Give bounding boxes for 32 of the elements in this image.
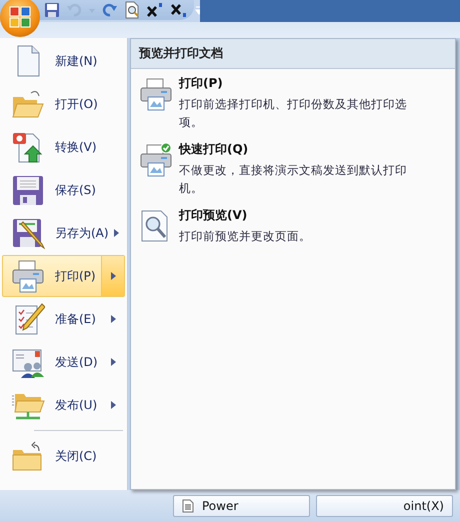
document-icon	[182, 499, 194, 513]
printer-icon	[11, 259, 45, 293]
command-link[interactable]: 快速打印(Q)	[179, 141, 411, 158]
menu-item[interactable]: 新建(N)	[2, 40, 125, 82]
menu-item[interactable]: 打开(O)	[2, 83, 125, 125]
menu-item[interactable]: 另存为(A)	[2, 212, 125, 254]
command-description: 打印前预览并更改页面。	[179, 228, 312, 245]
exit-button[interactable]: oint(X)	[316, 495, 453, 517]
options-button[interactable]: Power	[173, 495, 310, 517]
menu-item[interactable]: 保存(S)	[2, 169, 125, 211]
printer-with-check-icon	[139, 143, 173, 177]
command-link[interactable]: 打印(P)	[179, 75, 411, 92]
menu-item[interactable]: 发布(U)	[2, 384, 125, 426]
command-description: 打印前选择打印机、打印份数及其他打印选项。	[179, 96, 408, 131]
printer-icon	[139, 77, 173, 111]
subscript-icon[interactable]	[170, 2, 188, 18]
menu-item[interactable]: 准备(E)	[2, 298, 125, 340]
floppy-with-pencil-icon	[11, 216, 45, 250]
command-description: 不做更改，直接将演示文稿发送到默认打印机。	[179, 162, 408, 197]
panel-heading: 预览并打印文档	[131, 39, 455, 69]
menu-item[interactable]: 打印(P)	[2, 255, 125, 297]
command-link[interactable]: 打印预览(V)	[179, 207, 411, 224]
save-icon[interactable]	[44, 2, 60, 18]
menu-item[interactable]: 转换(V)	[2, 126, 125, 168]
convert-document-icon	[11, 130, 45, 164]
print-preview-icon[interactable]	[124, 1, 140, 19]
four-squares-logo-icon	[9, 6, 31, 28]
menu-item[interactable]: 关闭(C)	[2, 435, 125, 477]
office-button[interactable]	[0, 0, 40, 37]
superscript-icon[interactable]	[146, 2, 164, 18]
redo-icon[interactable]	[102, 2, 118, 18]
menu-item[interactable]: 发送(D)	[2, 341, 125, 383]
